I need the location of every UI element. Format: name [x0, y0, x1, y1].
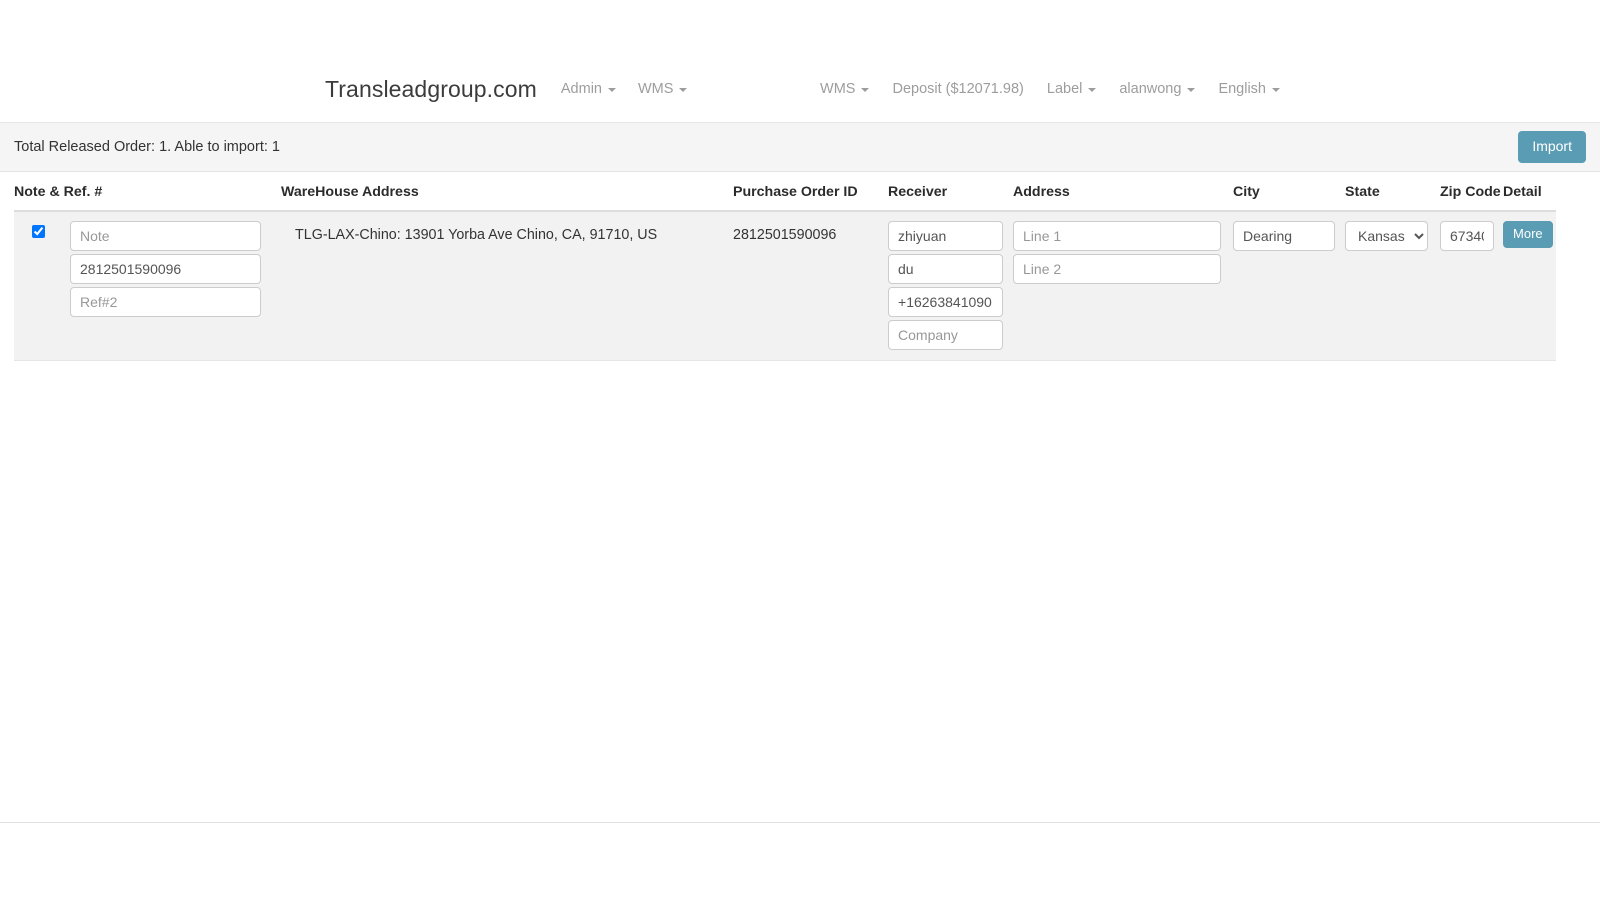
ref2-input[interactable] — [70, 287, 261, 317]
cell-note-ref — [66, 211, 281, 361]
warehouse-address-text: TLG-LAX-Chino: 13901 Yorba Ave Chino, CA… — [281, 221, 733, 243]
address-line1-input[interactable] — [1013, 221, 1221, 251]
state-wrap: Kansas — [1345, 221, 1440, 251]
import-button[interactable]: Import — [1518, 131, 1586, 163]
orders-table-head: Note & Ref. # WareHouse Address Purchase… — [14, 184, 1556, 211]
chevron-down-icon — [861, 88, 869, 92]
column-header-address: Address — [1013, 184, 1233, 211]
brand-logo[interactable]: Transleadgroup.com — [325, 76, 537, 103]
cell-purchase-order-id: 2812501590096 — [733, 211, 888, 361]
zip-code-input[interactable] — [1440, 221, 1494, 251]
column-header-purchase-order-id: Purchase Order ID — [733, 184, 888, 211]
chevron-down-icon — [608, 88, 616, 92]
more-detail-button[interactable]: More — [1503, 221, 1553, 248]
orders-table-body: TLG-LAX-Chino: 13901 Yorba Ave Chino, CA… — [14, 211, 1556, 361]
receiver-first-name-input[interactable] — [888, 221, 1003, 251]
table-row: TLG-LAX-Chino: 13901 Yorba Ave Chino, CA… — [14, 211, 1556, 361]
nav-item-user[interactable]: alanwong — [1119, 82, 1195, 97]
footer-divider — [0, 822, 1600, 823]
purchase-order-id-text: 2812501590096 — [733, 221, 888, 243]
nav-item-language[interactable]: English — [1218, 82, 1280, 97]
column-header-warehouse-address: WareHouse Address — [281, 184, 733, 211]
note-input[interactable] — [70, 221, 261, 251]
row-select-checkbox[interactable] — [32, 225, 45, 238]
nav-item-wms[interactable]: WMS — [638, 82, 687, 97]
cell-state: Kansas — [1345, 211, 1440, 361]
nav-item-deposit-label: Deposit ($12071.98) — [892, 82, 1023, 97]
note-ref-stack — [66, 221, 281, 318]
status-toolbar: Total Released Order: 1. Able to import:… — [0, 123, 1600, 172]
nav-item-wms-label: WMS — [638, 82, 673, 97]
nav-item-wms-right-label: WMS — [820, 82, 855, 97]
cell-warehouse-address: TLG-LAX-Chino: 13901 Yorba Ave Chino, CA… — [281, 211, 733, 361]
receiver-phone-input[interactable] — [888, 287, 1003, 317]
chevron-down-icon — [1187, 88, 1195, 92]
column-header-zip-code: Zip Code — [1440, 184, 1503, 211]
navbar-inner: Transleadgroup.com Admin WMS WMS Deposit… — [0, 76, 1600, 103]
cell-city — [1233, 211, 1345, 361]
orders-table-wrapper: Note & Ref. # WareHouse Address Purchase… — [0, 184, 1600, 361]
state-select[interactable]: Kansas — [1345, 221, 1428, 251]
zip-wrap — [1440, 221, 1503, 251]
cell-address — [1013, 211, 1233, 361]
nav-item-admin-label: Admin — [561, 82, 602, 97]
receiver-stack — [888, 221, 1013, 351]
nav-item-language-label: English — [1218, 82, 1266, 97]
column-header-detail: Detail — [1503, 184, 1556, 211]
column-header-note-ref: Note & Ref. # — [14, 184, 281, 211]
navbar-right-menu: WMS Deposit ($12071.98) Label alanwong E… — [820, 82, 1280, 97]
chevron-down-icon — [1088, 88, 1096, 92]
orders-table: Note & Ref. # WareHouse Address Purchase… — [14, 184, 1556, 361]
chevron-down-icon — [679, 88, 687, 92]
column-header-city: City — [1233, 184, 1345, 211]
nav-item-user-label: alanwong — [1119, 82, 1181, 97]
cell-detail: More — [1503, 211, 1556, 361]
ref1-input[interactable] — [70, 254, 261, 284]
cell-zip-code — [1440, 211, 1503, 361]
navbar-left-menu: Admin WMS — [561, 82, 688, 97]
receiver-last-name-input[interactable] — [888, 254, 1003, 284]
cell-select — [14, 211, 66, 361]
nav-item-wms-right[interactable]: WMS — [820, 82, 869, 97]
column-header-state: State — [1345, 184, 1440, 211]
chevron-down-icon — [1272, 88, 1280, 92]
nav-item-label-text: Label — [1047, 82, 1082, 97]
city-wrap — [1233, 221, 1345, 251]
top-navbar: Transleadgroup.com Admin WMS WMS Deposit… — [0, 0, 1600, 123]
cell-receiver — [888, 211, 1013, 361]
city-input[interactable] — [1233, 221, 1335, 251]
nav-item-label[interactable]: Label — [1047, 82, 1096, 97]
detail-wrap: More — [1503, 221, 1556, 248]
address-line2-input[interactable] — [1013, 254, 1221, 284]
address-stack — [1013, 221, 1233, 285]
nav-item-admin[interactable]: Admin — [561, 82, 616, 97]
nav-item-deposit[interactable]: Deposit ($12071.98) — [892, 82, 1023, 97]
receiver-company-input[interactable] — [888, 320, 1003, 350]
released-order-status: Total Released Order: 1. Able to import:… — [14, 139, 280, 155]
column-header-receiver: Receiver — [888, 184, 1013, 211]
table-header-row: Note & Ref. # WareHouse Address Purchase… — [14, 184, 1556, 211]
